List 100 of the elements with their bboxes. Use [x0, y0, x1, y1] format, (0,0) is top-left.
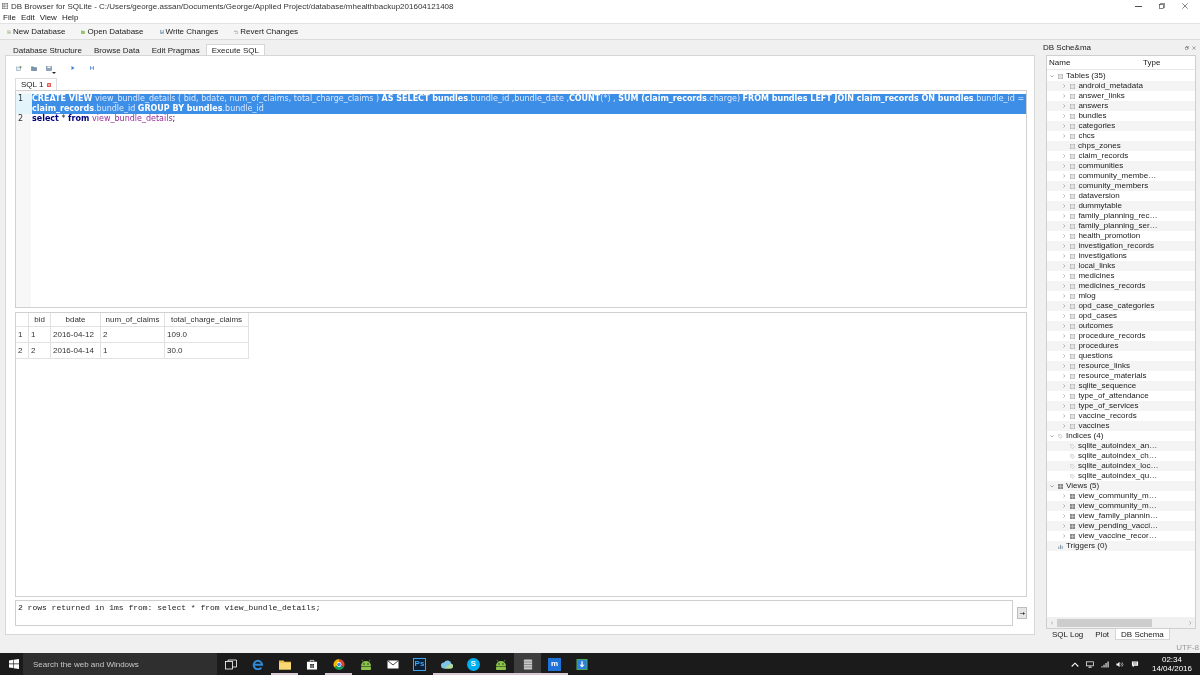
chevron-right-icon[interactable]	[1063, 194, 1066, 198]
tree-item[interactable]: chcs	[1078, 131, 1095, 141]
chevron-right-icon[interactable]	[1063, 254, 1066, 258]
taskbar-button[interactable]	[514, 653, 541, 675]
chevron-up-icon[interactable]	[1070, 660, 1079, 668]
caret-icon[interactable]	[52, 71, 56, 74]
scrollbar-thumb[interactable]	[1057, 618, 1153, 627]
chevron-right-icon[interactable]	[1063, 124, 1066, 128]
column-header[interactable]: Type	[1143, 58, 1161, 67]
chevron-right-icon[interactable]	[1063, 164, 1066, 168]
tree-item[interactable]: claim_records	[1078, 151, 1129, 161]
tree-item[interactable]: family_planning_rec…	[1078, 211, 1158, 221]
toolbar-button[interactable]: Open Database	[79, 25, 146, 38]
tree-item[interactable]: opd_cases	[1078, 311, 1118, 321]
chevron-right-icon[interactable]	[1063, 394, 1066, 398]
chevron-right-icon[interactable]	[1063, 244, 1066, 248]
chevron-right-icon[interactable]	[1063, 284, 1066, 288]
menu-item[interactable]: View	[39, 13, 57, 22]
chevron-right-icon[interactable]	[1063, 524, 1066, 528]
network-icon[interactable]	[1085, 660, 1094, 668]
chevron-down-icon[interactable]	[1050, 484, 1054, 488]
chevron-right-icon[interactable]	[1063, 494, 1066, 498]
tree-item[interactable]: sqlite_autoindex_ch…	[1078, 451, 1157, 461]
close-icon[interactable]	[1182, 3, 1188, 9]
chevron-down-icon[interactable]	[1050, 74, 1054, 78]
chevron-down-icon[interactable]	[1050, 434, 1054, 438]
tab[interactable]: DB Schema	[1115, 629, 1170, 640]
tree-item[interactable]: questions	[1078, 351, 1113, 361]
chevron-right-icon[interactable]	[1063, 354, 1066, 358]
tree-item[interactable]: view_vaccine_recor…	[1078, 531, 1157, 541]
tree-item[interactable]: view_family_plannin…	[1078, 511, 1158, 521]
chevron-right-icon[interactable]	[1063, 304, 1066, 308]
tree-item[interactable]: bundles	[1078, 111, 1107, 121]
editor-tab[interactable]: SQL 1	[15, 78, 58, 90]
taskbar-button[interactable]: m	[541, 653, 568, 675]
tab[interactable]: Edit Pragmas	[145, 44, 206, 55]
chevron-right-icon[interactable]	[1188, 620, 1191, 625]
tree-item[interactable]: dataversion	[1078, 191, 1120, 201]
tab[interactable]: Plot	[1089, 629, 1116, 640]
arrow-button[interactable]	[1017, 607, 1027, 619]
play-bar-icon[interactable]	[90, 66, 94, 70]
tree-item[interactable]: type_of_attendance	[1078, 391, 1149, 401]
chevron-right-icon[interactable]	[1063, 534, 1066, 538]
close-icon[interactable]	[1192, 45, 1196, 50]
chevron-right-icon[interactable]	[1063, 154, 1066, 158]
tree-item[interactable]: resource_materials	[1078, 371, 1147, 381]
tree-item[interactable]: procedure_records	[1078, 331, 1146, 341]
minimize-icon[interactable]	[1135, 5, 1142, 7]
undock-icon[interactable]	[1185, 45, 1189, 50]
chevron-right-icon[interactable]	[1063, 84, 1066, 88]
windows-logo-icon[interactable]	[9, 659, 19, 669]
tree-item[interactable]: investigations	[1078, 251, 1127, 261]
clock-time[interactable]: 02:34	[1161, 655, 1182, 664]
row-header[interactable]: 2	[16, 343, 29, 359]
toolbar-button[interactable]: Write Changes	[157, 25, 221, 38]
signal-icon[interactable]	[1100, 660, 1109, 668]
tree-item[interactable]: vaccine_records	[1078, 411, 1137, 421]
chevron-right-icon[interactable]	[1063, 374, 1066, 378]
restore-icon[interactable]	[1159, 3, 1165, 9]
column-header[interactable]: bid	[29, 313, 51, 327]
tree-item[interactable]: medicines	[1078, 271, 1115, 281]
chevron-right-icon[interactable]	[1063, 424, 1066, 428]
row-header[interactable]: 1	[16, 327, 29, 343]
chevron-right-icon[interactable]	[1063, 514, 1066, 518]
tab[interactable]: Browse Data	[87, 44, 146, 55]
chevron-right-icon[interactable]	[1063, 314, 1066, 318]
chevron-right-icon[interactable]	[1063, 404, 1066, 408]
tab-plus-icon[interactable]	[16, 65, 22, 71]
chevron-right-icon[interactable]	[1063, 134, 1066, 138]
play-icon[interactable]	[71, 66, 75, 70]
chevron-right-icon[interactable]	[1063, 94, 1066, 98]
column-header[interactable]: total_charge_claims	[165, 313, 249, 327]
message-icon[interactable]	[1130, 660, 1139, 668]
tree-item[interactable]: sqlite_autoindex_qu…	[1078, 471, 1158, 481]
tree-item[interactable]: Indices (4)	[1066, 431, 1104, 441]
code-editor[interactable]	[15, 90, 1027, 308]
chevron-right-icon[interactable]	[1063, 364, 1066, 368]
tree-item[interactable]: mlog	[1078, 291, 1096, 301]
chevron-right-icon[interactable]	[1063, 184, 1066, 188]
column-header[interactable]: bdate	[51, 313, 101, 327]
menu-item[interactable]: Edit	[20, 13, 35, 22]
tree-item[interactable]: community_membe…	[1078, 171, 1157, 181]
chevron-right-icon[interactable]	[1063, 414, 1066, 418]
chevron-right-icon[interactable]	[1063, 274, 1066, 278]
taskbar-button[interactable]: Ps	[406, 653, 433, 675]
horizontal-scrollbar[interactable]	[1047, 617, 1195, 628]
tab[interactable]: Database Structure	[7, 44, 88, 55]
column-header[interactable]: num_of_claims	[101, 313, 165, 327]
chevron-right-icon[interactable]	[1063, 204, 1066, 208]
menu-item[interactable]: File	[3, 13, 16, 22]
toolbar-button[interactable]: Revert Changes	[232, 25, 301, 38]
chevron-right-icon[interactable]	[1063, 224, 1066, 228]
speaker-icon[interactable]	[1115, 660, 1124, 668]
chevron-right-icon[interactable]	[1063, 504, 1066, 508]
search-field[interactable]: Search the web and Windows	[23, 653, 217, 675]
chevron-right-icon[interactable]	[1063, 104, 1066, 108]
chevron-right-icon[interactable]	[1063, 114, 1066, 118]
clock-date[interactable]: 14/04/2016	[1151, 664, 1192, 673]
tab[interactable]: SQL Log	[1046, 629, 1090, 640]
chevron-right-icon[interactable]	[1063, 294, 1066, 298]
